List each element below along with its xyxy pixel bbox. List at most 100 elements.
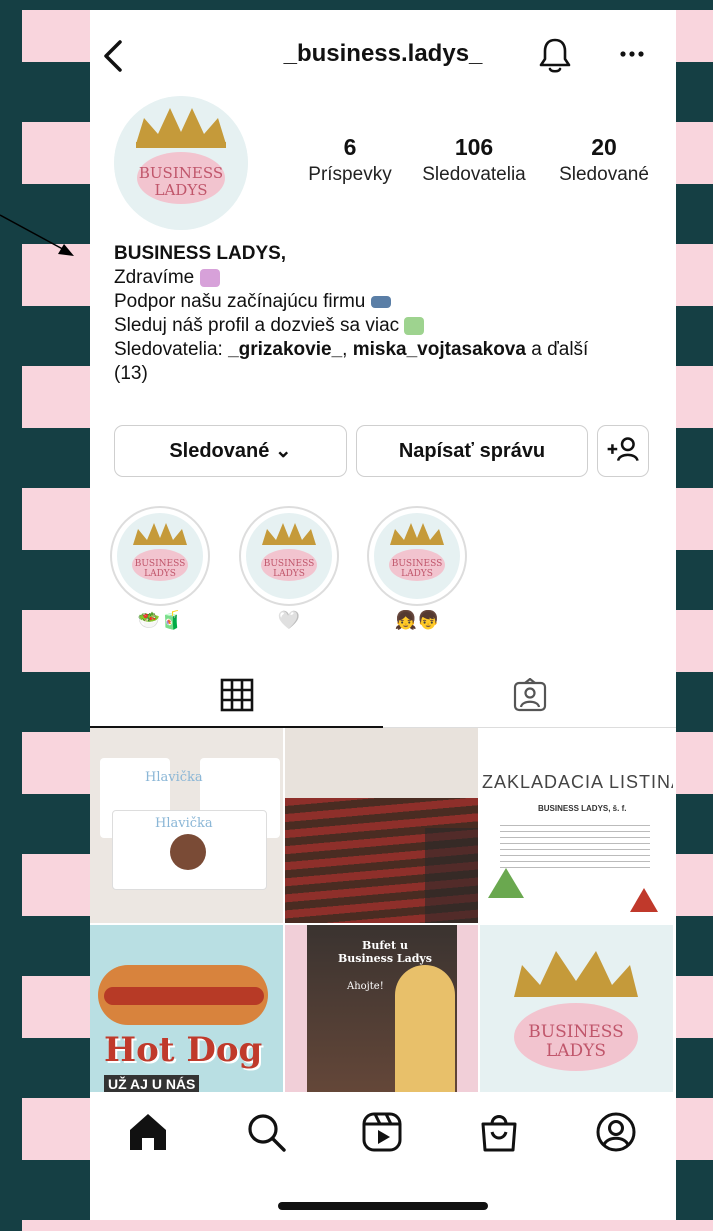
bottom-navigation [90, 1092, 676, 1220]
background-top-band [0, 0, 713, 10]
bio-followers-prefix: Sledovatelia: [114, 339, 229, 360]
stat-followers-label: Sledovatelia [422, 164, 526, 185]
highlight-logo: BUSINESS LADYS [261, 523, 317, 581]
highlight-cover: BUSINESS LADYS [374, 513, 460, 599]
hotdog-title: Hot Dog [104, 1030, 263, 1070]
tab-posts-grid[interactable] [90, 670, 383, 728]
profile-icon[interactable] [594, 1110, 638, 1154]
add-user-button[interactable] [597, 425, 649, 477]
bufet-title: Bufet u Business Ladys [337, 939, 432, 965]
add-user-icon [607, 437, 639, 462]
sofa-emoji-icon [370, 295, 391, 308]
bio-more-count[interactable]: (13) [114, 362, 654, 386]
triangle-decoration [488, 868, 524, 898]
svg-text:BUSINESS: BUSINESS [264, 559, 315, 569]
highlight-cover: BUSINESS LADYS [117, 513, 203, 599]
post-tile-3[interactable]: ZAKLADACIA LISTINA BUSINESS LADYS, š. f. [480, 728, 673, 923]
reels-icon[interactable] [360, 1110, 404, 1154]
bio-follow-text: Sleduj náš profil a dozvieš sa viac [114, 315, 400, 336]
highlight-ring: BUSINESS LADYS [367, 506, 467, 606]
stat-posts-label: Príspevky [308, 164, 392, 185]
stat-following-label: Sledované [559, 164, 649, 185]
profile-avatar[interactable]: BUSINESS LADYS [114, 96, 248, 230]
highlight-logo: BUSINESS LADYS [132, 523, 188, 581]
svg-text:LADYS: LADYS [144, 569, 176, 579]
stat-followers-count: 106 [454, 134, 494, 160]
bell-icon[interactable] [538, 36, 572, 74]
pointer-arrow-icon [0, 214, 74, 256]
room-wall [285, 728, 478, 798]
tile-6-logo: BUSINESS LADYS [514, 951, 638, 1071]
tab-tagged[interactable] [383, 670, 676, 728]
search-icon[interactable] [244, 1110, 288, 1154]
svg-text:BUSINESS: BUSINESS [392, 559, 443, 569]
bio-line-follow: Sleduj náš profil a dozvieš sa viac [114, 314, 654, 338]
home-icon[interactable] [126, 1110, 170, 1154]
svg-text:BUSINESS: BUSINESS [139, 164, 223, 182]
background-left-band [0, 0, 22, 1231]
highlight-ring: BUSINESS LADYS [239, 506, 339, 606]
home-indicator[interactable] [278, 1202, 488, 1210]
instagram-profile-screen: _business.ladys_ BUSINESS LADYS 6 Príspe… [90, 10, 676, 1220]
svg-text:LADYS: LADYS [546, 1041, 606, 1061]
follower-link-2[interactable]: miska_vojtasakova [353, 339, 526, 360]
hotdog-sausage [104, 987, 264, 1005]
more-options-icon[interactable] [618, 44, 646, 64]
audience-silhouette [425, 828, 478, 923]
story-highlight-1[interactable]: BUSINESS LADYS 🥗🧃 [110, 506, 210, 634]
profile-header: _business.ladys_ [90, 10, 676, 102]
highlight-cover: BUSINESS LADYS [246, 513, 332, 599]
woman-emoji-icon [199, 268, 220, 287]
profile-stats: 6 Príspevky 106 Sledovatelia 20 Sledovan… [300, 134, 660, 204]
certificate-company: BUSINESS LADYS, š. f. [538, 804, 627, 813]
svg-text:LADYS: LADYS [155, 181, 208, 199]
highlight-logo: BUSINESS LADYS [389, 523, 445, 581]
story-highlight-3[interactable]: BUSINESS LADYS 👧👦 [367, 506, 467, 634]
tile-1-brand-text: Hlavička [145, 770, 203, 785]
message-button[interactable]: Napísať správu [356, 425, 588, 477]
post-tile-4[interactable]: Hot Dog UŽ AJ U NÁS [90, 925, 283, 1120]
story-highlight-2[interactable]: BUSINESS LADYS 🤍 [239, 506, 339, 634]
svg-text:BUSINESS: BUSINESS [528, 1022, 623, 1042]
stat-following[interactable]: 20 Sledované [548, 134, 660, 186]
profile-bio: BUSINESS LADYS, Zdravíme Podpor našu zač… [114, 242, 654, 386]
certificate-title: ZAKLADACIA LISTINA [482, 772, 673, 792]
svg-text:LADYS: LADYS [273, 569, 305, 579]
post-tile-2[interactable] [285, 728, 478, 923]
business-ladys-logo: BUSINESS LADYS [114, 96, 248, 230]
profile-tabs [90, 670, 676, 728]
follower-link-1[interactable]: _grizakovie_ [228, 339, 342, 360]
highlight-1-emoji: 🥗🧃 [137, 610, 183, 630]
post-tile-5[interactable]: Bufet u Business Ladys Ahojte! [285, 925, 478, 1120]
bio-name: BUSINESS LADYS, [114, 243, 287, 264]
bio-greeting-text: Zdravíme [114, 267, 195, 288]
bio-followers-suffix: a ďalší [525, 339, 589, 360]
highlight-ring: BUSINESS LADYS [110, 506, 210, 606]
tagged-person-icon [513, 678, 547, 712]
following-button[interactable]: Sledované ⌄ [114, 425, 347, 477]
tile-1-brand-text-front: Hlavička [155, 816, 213, 831]
svg-text:BUSINESS: BUSINESS [135, 559, 186, 569]
hotdog-subtitle: UŽ AJ U NÁS [104, 1075, 200, 1093]
bio-support-text: Podpor našu začínajúcu firmu [114, 291, 366, 312]
triangle-decoration [630, 888, 658, 912]
highlight-3-emoji: 👧👦 [394, 610, 440, 630]
fairy-emoji-icon [404, 316, 425, 335]
svg-text:LADYS: LADYS [401, 569, 433, 579]
rapunzel-hair [395, 965, 455, 1105]
bufet-greeting: Ahojte! [347, 981, 384, 992]
stat-following-count: 20 [591, 134, 617, 160]
bio-separator: , [342, 339, 353, 360]
bio-line-greeting: Zdravíme [114, 266, 654, 290]
post-tile-6[interactable]: BUSINESS LADYS [480, 925, 673, 1120]
stat-posts-count: 6 [343, 134, 357, 160]
shop-icon[interactable] [477, 1110, 521, 1154]
stat-posts[interactable]: 6 Príspevky [304, 134, 396, 186]
highlight-2-emoji: 🤍 [277, 610, 301, 630]
bio-line-followers: Sledovatelia: _grizakovie_, miska_vojtas… [114, 338, 654, 362]
certificate-body-lines [500, 820, 650, 870]
bio-line-support: Podpor našu začínajúcu firmu [114, 290, 654, 314]
post-tile-1[interactable]: Hlavička Hlavička [90, 728, 283, 923]
stat-followers[interactable]: 106 Sledovatelia [418, 134, 530, 186]
posts-grid: Hlavička Hlavička ZAKLADACIA LISTINA BUS… [90, 728, 676, 1120]
